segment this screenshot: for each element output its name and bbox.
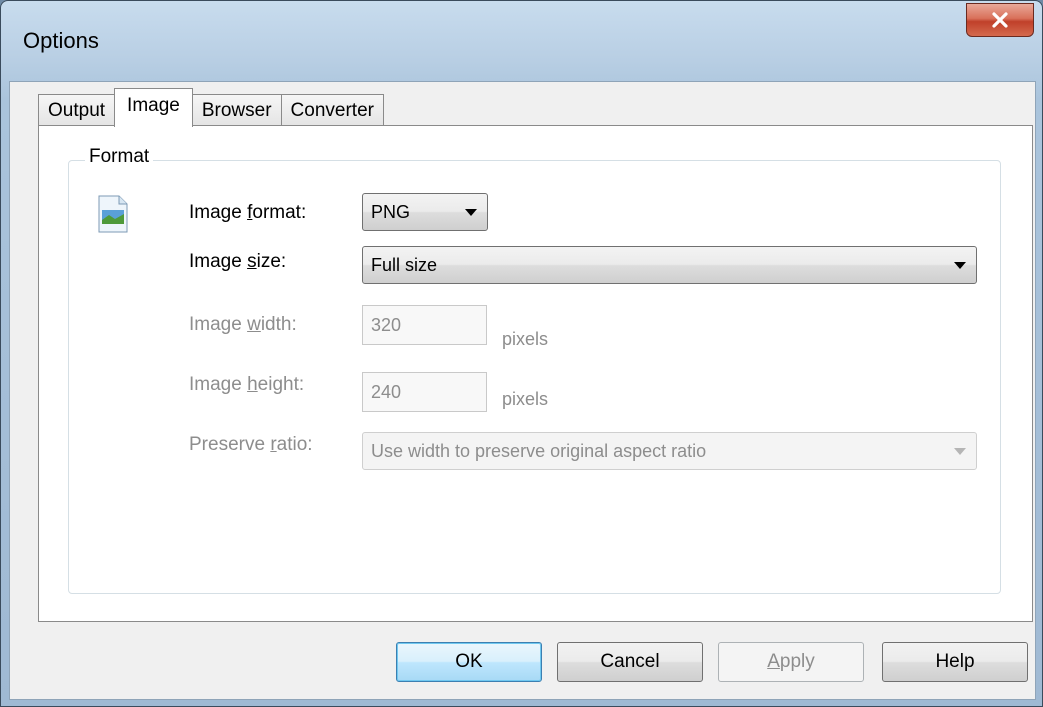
chevron-down-icon xyxy=(465,209,477,216)
image-height-input[interactable]: 240 xyxy=(362,372,487,412)
close-button[interactable] xyxy=(966,3,1034,37)
tab-browser[interactable]: Browser xyxy=(191,94,282,126)
tab-image[interactable]: Image xyxy=(114,88,193,127)
chevron-down-icon xyxy=(954,448,966,455)
dialog-client-area: Output Image Browser Converter Format Im… xyxy=(9,81,1036,700)
image-size-dropdown[interactable]: Full size xyxy=(362,246,977,284)
close-icon xyxy=(992,12,1008,28)
ok-button[interactable]: OK xyxy=(396,642,542,682)
preserve-ratio-dropdown[interactable]: Use width to preserve original aspect ra… xyxy=(362,432,977,470)
image-tab-panel: Format Image format: PNG Image size: Ful… xyxy=(38,125,1033,622)
tab-output[interactable]: Output xyxy=(38,94,116,126)
help-button[interactable]: Help xyxy=(882,642,1028,682)
image-size-label: Image size: xyxy=(189,251,287,272)
image-width-label: Image width: xyxy=(189,314,297,335)
image-width-unit: pixels xyxy=(502,329,549,349)
tab-strip: Output Image Browser Converter xyxy=(38,88,384,127)
title-bar[interactable]: Options xyxy=(1,1,1042,81)
image-width-input[interactable]: 320 xyxy=(362,305,487,345)
preserve-ratio-value: Use width to preserve original aspect ra… xyxy=(371,440,707,461)
cancel-button[interactable]: Cancel xyxy=(557,642,703,682)
apply-button[interactable]: Apply xyxy=(718,642,864,682)
chevron-down-icon xyxy=(954,262,966,269)
image-size-value: Full size xyxy=(371,254,438,275)
image-height-label: Image height: xyxy=(189,374,305,395)
window-title: Options xyxy=(23,28,99,53)
image-height-unit: pixels xyxy=(502,389,549,409)
preserve-ratio-label: Preserve ratio: xyxy=(189,434,313,455)
tab-converter[interactable]: Converter xyxy=(280,94,384,126)
image-file-icon xyxy=(98,195,128,233)
options-dialog: Options Output Image Browser Converter F… xyxy=(0,0,1043,707)
image-format-dropdown[interactable]: PNG xyxy=(362,193,488,231)
image-format-value: PNG xyxy=(371,201,411,222)
format-group-label: Format xyxy=(85,146,154,168)
image-format-label: Image format: xyxy=(189,202,307,223)
